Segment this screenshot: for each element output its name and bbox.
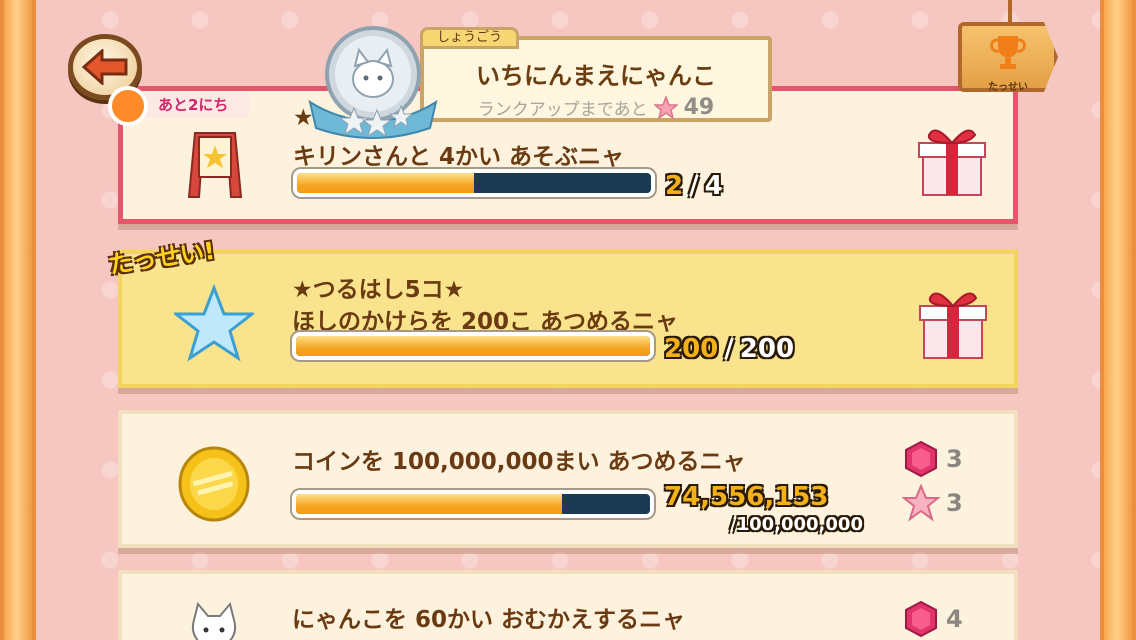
progress-fill — [296, 336, 650, 356]
progress-fill — [296, 494, 562, 514]
mission-count: 2/4 — [665, 171, 723, 201]
pink-star-icon — [653, 95, 678, 120]
reward-gem: 3 — [902, 440, 963, 478]
mission-title: ★つるはし5コ★ — [292, 277, 465, 303]
mission-card[interactable]: にゃんこを 60かい おむかえするニャ 4 — [118, 570, 1018, 640]
mission-description: にゃんこを 60かい おむかえするニャ — [292, 607, 686, 633]
coin-icon — [178, 446, 250, 522]
cat-icon — [192, 601, 236, 640]
gift-box-icon[interactable] — [918, 284, 988, 362]
mission-progress-bar — [293, 169, 655, 197]
mission-count: 200/200 — [664, 334, 795, 364]
clock-icon — [108, 86, 148, 126]
rank-up-info: ランクアップまであと 49 — [424, 95, 768, 120]
right-frame — [1100, 0, 1136, 640]
silver-medal-icon — [308, 26, 438, 139]
achievements-label: たっせい — [988, 82, 1028, 93]
gem-icon — [905, 440, 937, 478]
rank-up-remaining: 49 — [683, 95, 715, 120]
trophy-icon — [990, 36, 1026, 69]
mission-count: 74,556,153 — [664, 482, 829, 512]
mission-description: キリンさんと 4かい あそぶニャ — [293, 144, 625, 170]
back-arrow-icon — [82, 49, 128, 85]
star-shard-icon — [902, 484, 940, 522]
mission-card[interactable]: コインを 100,000,000まい あつめるニャ 74,556,153 /10… — [118, 410, 1018, 548]
reward-gem: 4 — [902, 600, 963, 638]
mission-description: ほしのかけらを 200こ あつめるニャ — [292, 309, 679, 335]
reward-star-shard: 3 — [902, 484, 963, 522]
left-frame — [0, 0, 36, 640]
mission-card[interactable]: ★つるはし5コ★ ほしのかけらを 200こ あつめるニャ 200/200 — [118, 250, 1018, 388]
mission-total: /100,000,000 — [730, 514, 863, 535]
gem-icon — [905, 600, 937, 638]
mission-progress-bar — [292, 332, 654, 360]
mission-description: コインを 100,000,000まい あつめるニャ — [292, 449, 746, 475]
signboard-icon — [187, 132, 243, 198]
mission-progress-bar — [292, 490, 654, 518]
achievements-button[interactable]: たっせい — [958, 22, 1058, 92]
progress-fill — [297, 173, 474, 193]
gift-box-icon[interactable] — [917, 121, 987, 199]
rank-title: いちにんまえにゃんこ — [476, 62, 716, 90]
rank-up-label: ランクアップまであと — [477, 100, 648, 120]
star-icon — [174, 284, 254, 362]
